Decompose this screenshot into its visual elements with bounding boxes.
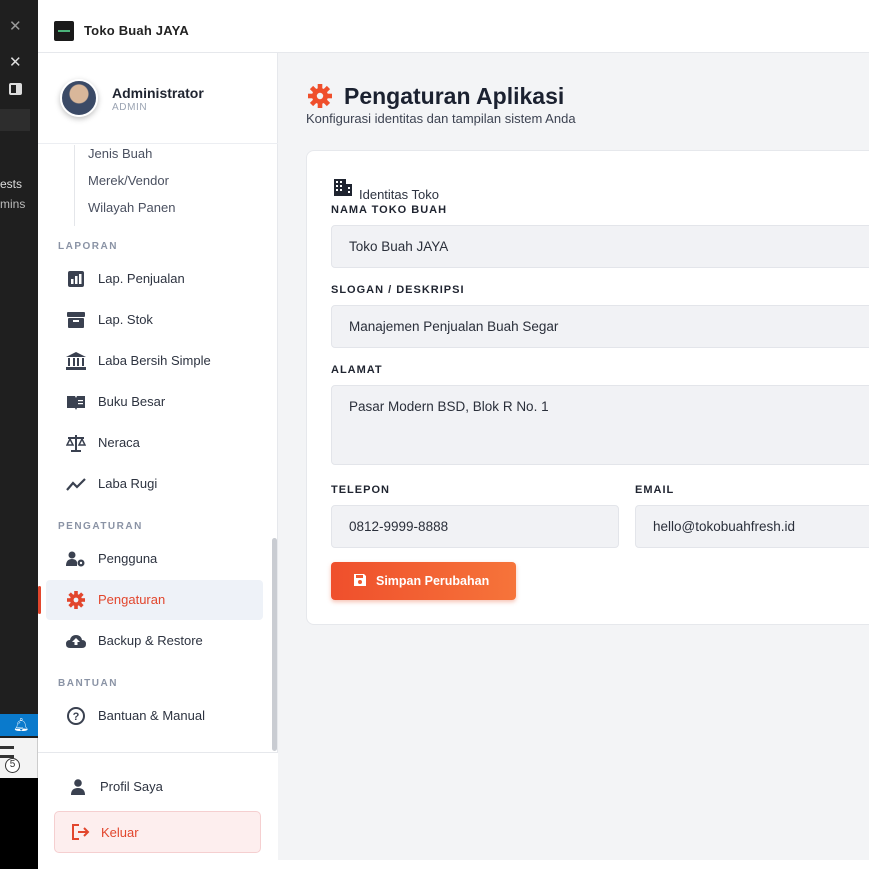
svg-text:?: ? [73, 711, 80, 723]
list-icon [0, 746, 14, 758]
app-logo-icon [54, 21, 74, 41]
user-profile: Administrator ADMIN [38, 53, 278, 144]
selected-row [0, 109, 30, 131]
app-title: Toko Buah JAYA [84, 23, 189, 38]
telepon-label: TELEPON [331, 484, 390, 496]
users-gear-icon [66, 551, 85, 567]
section-pengaturan: PENGATURAN [58, 521, 143, 532]
sidebar-footer: Profil Saya Keluar [38, 752, 278, 860]
sidebar-item-pengaturan[interactable]: Pengaturan [38, 580, 263, 620]
bank-icon [66, 352, 86, 370]
sidebar-item-label: Pengguna [98, 551, 158, 566]
section-laporan: LAPORAN [58, 241, 118, 252]
main-content: Pengaturan Aplikasi Konfigurasi identita… [278, 53, 869, 860]
submenu-item-jenis-buah[interactable]: Jenis Buah [88, 145, 274, 172]
profile-link[interactable]: Profil Saya [48, 767, 265, 807]
sidebar-item-lap-penjualan[interactable]: Lap. Penjualan [46, 259, 263, 299]
email-label: EMAIL [635, 484, 675, 496]
section-bantuan: BANTUAN [58, 678, 118, 689]
strip-text: ests [0, 177, 23, 191]
store-name-value: Toko Buah JAYA [349, 239, 449, 254]
top-bar: Toko Buah JAYA [38, 0, 869, 53]
profile-link-label: Profil Saya [100, 779, 163, 794]
sidebar-item-laba-bersih[interactable]: Laba Bersih Simple [46, 341, 263, 381]
notification-bar[interactable]: 🔔︎ [0, 714, 38, 736]
sidebar-item-label: Laba Rugi [98, 476, 158, 491]
editor-side-strip: ✕ ✕ ests mins 🔔︎ 5 [0, 0, 38, 869]
user-icon [71, 779, 85, 795]
close-icon[interactable]: ✕ [9, 17, 22, 35]
slogan-value: Manajemen Penjualan Buah Segar [349, 319, 559, 334]
slogan-field[interactable]: Manajemen Penjualan Buah Segar [331, 305, 869, 348]
settings-card: Identitas Toko NAMA TOKO BUAH Toko Buah … [306, 150, 869, 625]
sidebar-item-label: Backup & Restore [98, 633, 203, 648]
logout-label: Keluar [101, 825, 139, 840]
logout-icon [72, 824, 90, 840]
user-name: Administrator [112, 85, 204, 101]
sidebar-item-buku-besar[interactable]: Buku Besar [46, 382, 263, 422]
page-subtitle: Konfigurasi identitas dan tampilan siste… [306, 111, 576, 126]
app-window: ✕ ✕ ests mins 🔔︎ 5 Toko Buah JAYA Admini… [0, 0, 869, 869]
page-title: Pengaturan Aplikasi [344, 83, 565, 109]
strip-text: mins [0, 197, 26, 211]
sidebar-item-label: Bantuan & Manual [98, 708, 205, 723]
bell-icon: 🔔︎ [13, 717, 30, 732]
slogan-label: SLOGAN / DESKRIPSI [331, 284, 465, 296]
sidebar-item-laba-rugi[interactable]: Laba Rugi [46, 464, 263, 504]
sidebar-item-backup-restore[interactable]: Backup & Restore [46, 621, 263, 661]
building-icon [334, 179, 352, 196]
submenu-item-wilayah-panen[interactable]: Wilayah Panen [88, 199, 274, 226]
save-button[interactable]: Simpan Perubahan [331, 562, 516, 600]
nama-label: NAMA TOKO BUAH [331, 204, 448, 216]
panel-toggle-icon[interactable] [9, 83, 22, 95]
question-circle-icon: ? [67, 707, 85, 725]
archive-icon [67, 312, 85, 328]
sidebar-item-label: Laba Bersih Simple [98, 353, 211, 368]
book-icon [67, 396, 85, 410]
save-button-label: Simpan Perubahan [376, 574, 490, 588]
list-panel[interactable]: 5 [0, 738, 38, 778]
cloud-upload-icon [66, 635, 86, 648]
sidebar: Administrator ADMIN Jenis Buah Merek/Ven… [38, 53, 278, 860]
address-value: Pasar Modern BSD, Blok R No. 1 [349, 399, 549, 414]
sidebar-item-bantuan[interactable]: ? Bantuan & Manual [46, 696, 263, 736]
logout-button[interactable]: Keluar [54, 811, 261, 853]
phone-value: 0812-9999-8888 [349, 519, 449, 534]
bar-chart-icon [68, 271, 84, 287]
email-field[interactable]: hello@tokobuahfresh.id [635, 505, 869, 548]
sidebar-item-label: Pengaturan [98, 592, 166, 607]
user-role: ADMIN [112, 102, 148, 113]
scale-icon [66, 435, 86, 452]
trend-line-icon [66, 478, 86, 491]
sidebar-item-label: Lap. Penjualan [98, 271, 185, 286]
gear-icon [308, 84, 332, 108]
count-badge: 5 [5, 758, 20, 773]
email-value: hello@tokobuahfresh.id [653, 519, 796, 534]
gear-icon [67, 591, 85, 609]
alamat-label: ALAMAT [331, 364, 383, 376]
sidebar-item-neraca[interactable]: Neraca [46, 423, 263, 463]
submenu: Jenis Buah Merek/Vendor Wilayah Panen [74, 145, 274, 226]
close-icon[interactable]: ✕ [9, 53, 22, 71]
sidebar-item-label: Neraca [98, 435, 140, 450]
sidebar-item-lap-stok[interactable]: Lap. Stok [46, 300, 263, 340]
sidebar-scrollbar[interactable] [272, 538, 277, 751]
sidebar-item-label: Buku Besar [98, 394, 166, 409]
phone-field[interactable]: 0812-9999-8888 [331, 505, 619, 548]
submenu-item-merek-vendor[interactable]: Merek/Vendor [88, 172, 274, 199]
store-name-field[interactable]: Toko Buah JAYA [331, 225, 869, 268]
sidebar-item-pengguna[interactable]: Pengguna [46, 539, 263, 579]
save-icon [354, 574, 366, 586]
section-title: Identitas Toko [359, 187, 439, 202]
avatar [60, 79, 98, 117]
address-field[interactable]: Pasar Modern BSD, Blok R No. 1 [331, 385, 869, 465]
sidebar-item-label: Lap. Stok [98, 312, 153, 327]
